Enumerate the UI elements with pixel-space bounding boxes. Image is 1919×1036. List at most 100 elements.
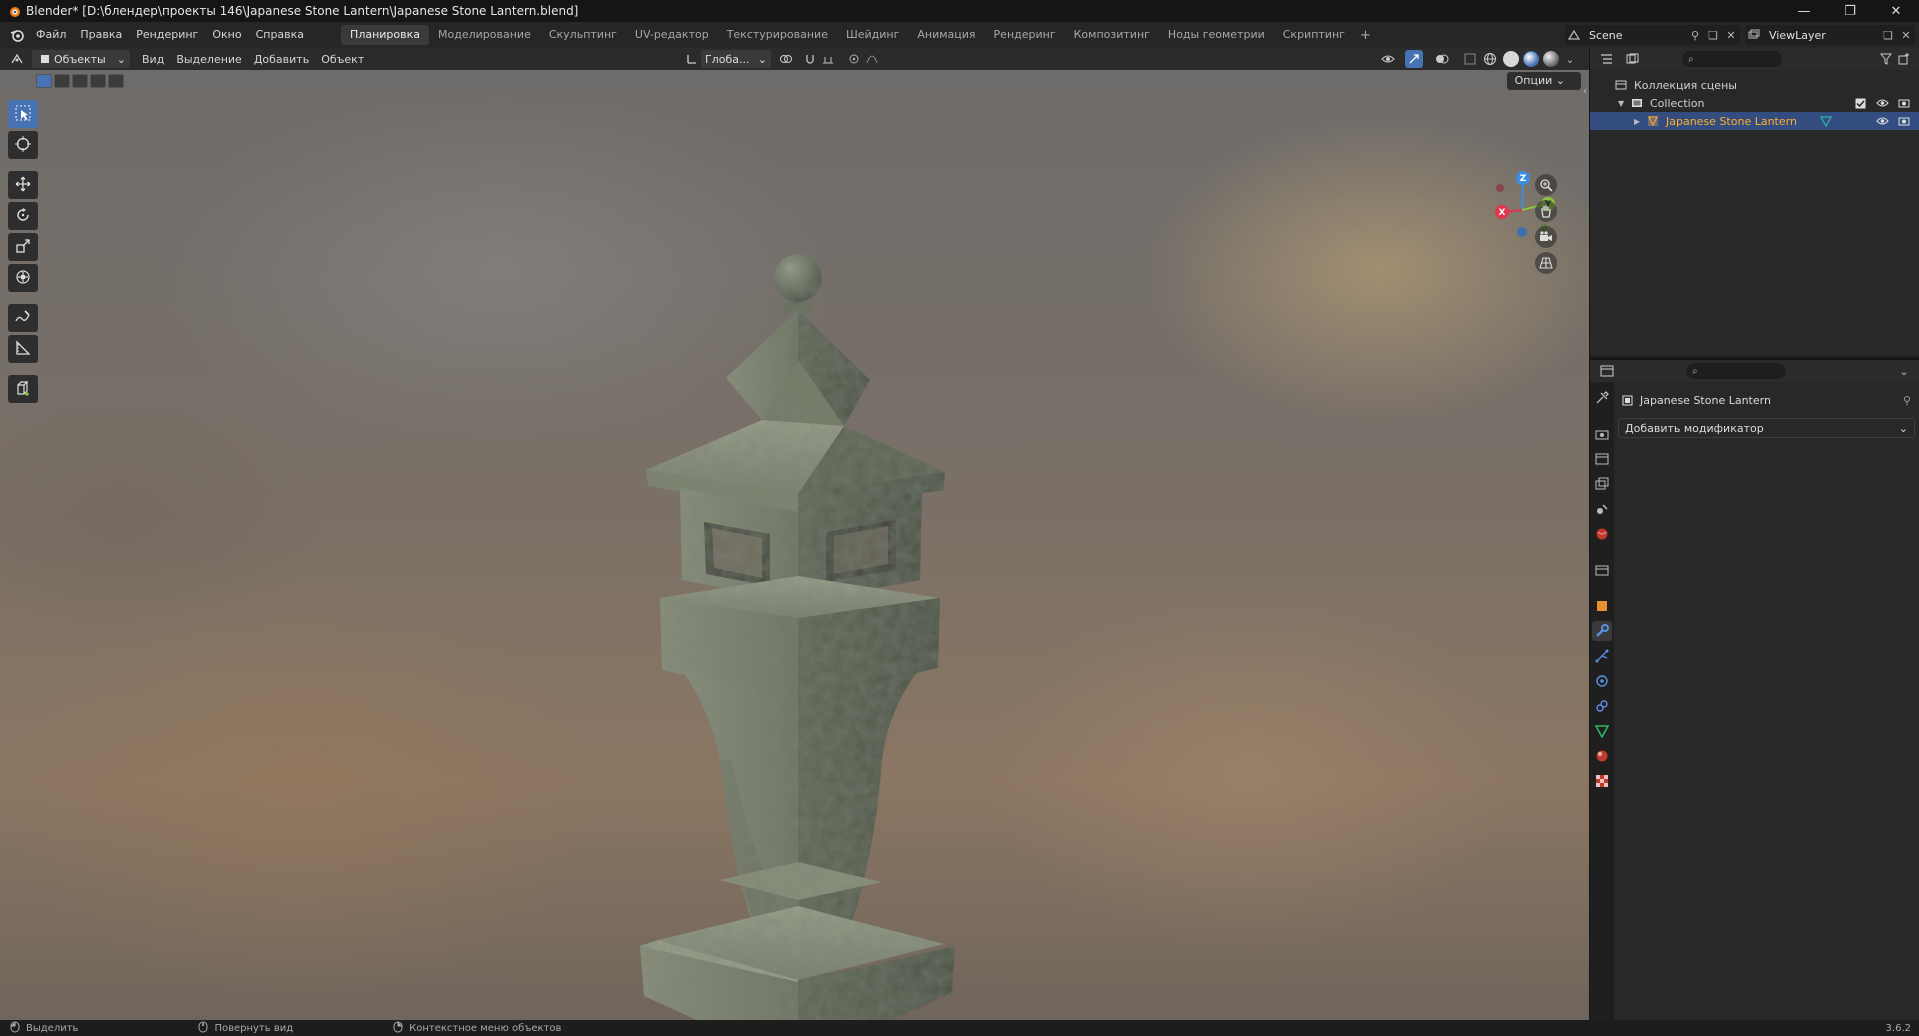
view-layer-tab-icon[interactable]	[1592, 474, 1612, 494]
zoom-icon[interactable]	[1535, 174, 1557, 196]
eye-icon[interactable]	[1873, 112, 1891, 130]
tab-shading[interactable]: Шейдинг	[837, 25, 908, 45]
select-extend-icon[interactable]	[54, 74, 70, 88]
constraints-tab-icon[interactable]	[1592, 696, 1612, 716]
proportional-editing-icon[interactable]	[845, 50, 863, 68]
mode-dropdown[interactable]: Объекты ⌄	[32, 50, 130, 68]
new-scene-icon[interactable]: ❏	[1704, 26, 1722, 44]
new-view-layer-icon[interactable]: ❏	[1879, 26, 1897, 44]
xray-icon[interactable]	[1461, 50, 1479, 68]
wrench-icon[interactable]	[1592, 621, 1612, 641]
pin-icon[interactable]: ⚲	[1903, 394, 1911, 407]
delete-view-layer-icon[interactable]: ✕	[1897, 26, 1915, 44]
solid-shading-icon[interactable]	[1503, 51, 1519, 67]
properties-editor-type-icon[interactable]	[1598, 362, 1616, 380]
tab-rendering[interactable]: Рендеринг	[985, 25, 1065, 45]
measure-tool[interactable]	[8, 335, 38, 363]
object-data-tab-icon[interactable]	[1592, 721, 1612, 741]
outliner-editor-type-icon[interactable]	[1598, 50, 1616, 68]
menu-edit[interactable]: Правка	[73, 22, 129, 48]
pin-icon[interactable]: ⚲	[1686, 26, 1704, 44]
particles-tab-icon[interactable]	[1592, 646, 1612, 666]
add-workspace-button[interactable]: +	[1354, 28, 1377, 43]
new-collection-icon[interactable]	[1895, 50, 1913, 68]
cursor-tool[interactable]	[8, 131, 38, 159]
transform-orientation-dropdown[interactable]: Глоба... ⌄	[701, 50, 771, 68]
editor-type-icon[interactable]	[8, 50, 26, 68]
material-preview-shading-icon[interactable]	[1523, 51, 1539, 67]
outliner-search-input[interactable]: ⌕	[1682, 51, 1782, 67]
gizmo-toggle-icon[interactable]	[1405, 50, 1423, 68]
menu-select[interactable]: Выделение	[170, 53, 248, 66]
object-tab-icon[interactable]	[1592, 596, 1612, 616]
texture-tab-icon[interactable]	[1592, 771, 1612, 791]
render-camera-icon[interactable]	[1895, 94, 1913, 112]
shading-options-chevron-icon[interactable]: ⌄	[1561, 50, 1579, 68]
render-camera-icon[interactable]	[1895, 112, 1913, 130]
transform-tool[interactable]	[8, 264, 38, 292]
visibility-icon[interactable]	[1379, 50, 1397, 68]
menu-render[interactable]: Рендеринг	[129, 22, 205, 48]
chevron-down-icon[interactable]: ⌄	[1895, 362, 1913, 380]
add-cube-tool[interactable]	[8, 375, 38, 403]
menu-help[interactable]: Справка	[249, 22, 311, 48]
delete-scene-icon[interactable]: ✕	[1722, 26, 1740, 44]
expand-triangle-icon[interactable]: ▶	[1634, 117, 1644, 126]
close-button[interactable]: ✕	[1873, 0, 1919, 22]
japanese-stone-lantern-model[interactable]	[600, 240, 960, 1020]
tab-scripting[interactable]: Скриптинг	[1274, 25, 1354, 45]
physics-tab-icon[interactable]	[1592, 671, 1612, 691]
menu-file[interactable]: Файл	[29, 22, 73, 48]
scale-tool[interactable]	[8, 233, 38, 261]
tab-sculpting[interactable]: Скульптинг	[540, 25, 626, 45]
select-invert-icon[interactable]	[90, 74, 106, 88]
select-box-tool[interactable]	[8, 100, 38, 128]
menu-window[interactable]: Окно	[205, 22, 248, 48]
eye-icon[interactable]	[1873, 94, 1891, 112]
tab-texture-paint[interactable]: Текстурирование	[718, 25, 837, 45]
tab-geometry-nodes[interactable]: Ноды геометрии	[1159, 25, 1274, 45]
display-mode-icon[interactable]	[1624, 50, 1642, 68]
collapse-triangle-icon[interactable]: ▼	[1618, 99, 1628, 108]
checkbox-icon[interactable]	[1851, 94, 1869, 112]
mesh-data-icon[interactable]	[1817, 112, 1835, 130]
tab-uv-editing[interactable]: UV-редактор	[626, 25, 718, 45]
maximize-button[interactable]: ❐	[1827, 0, 1873, 22]
move-tool[interactable]	[8, 171, 38, 199]
filter-icon[interactable]	[1877, 50, 1895, 68]
menu-object[interactable]: Объект	[315, 53, 370, 66]
tab-compositing[interactable]: Композитинг	[1065, 25, 1159, 45]
rotate-tool[interactable]	[8, 202, 38, 230]
menu-add[interactable]: Добавить	[248, 53, 315, 66]
sidebar-toggle-chevron-icon[interactable]: ‹	[1583, 86, 1587, 97]
scene-collection-row[interactable]: Коллекция сцены	[1590, 76, 1919, 94]
select-intersect-icon[interactable]	[108, 74, 124, 88]
render-tab-icon[interactable]	[1592, 424, 1612, 444]
blender-logo-icon[interactable]	[5, 23, 29, 47]
view-layer-selector[interactable]: ViewLayer ❏ ✕	[1745, 25, 1915, 45]
tab-modeling[interactable]: Моделирование	[429, 25, 540, 45]
falloff-icon[interactable]	[863, 50, 881, 68]
pan-hand-icon[interactable]	[1535, 200, 1557, 222]
pivot-point-icon[interactable]	[777, 50, 795, 68]
outliner-item-japanese-stone-lantern[interactable]: ▶ Japanese Stone Lantern	[1590, 112, 1919, 130]
menu-view[interactable]: Вид	[136, 53, 170, 66]
rendered-shading-icon[interactable]	[1543, 51, 1559, 67]
3d-viewport[interactable]: Опции ⌄ Z X ‹	[0, 70, 1589, 1020]
output-tab-icon[interactable]	[1592, 449, 1612, 469]
scene-tab-icon[interactable]	[1592, 499, 1612, 519]
properties-search-input[interactable]: ⌕	[1686, 363, 1786, 379]
wireframe-shading-icon[interactable]	[1481, 50, 1499, 68]
overlays-icon[interactable]	[1433, 50, 1451, 68]
add-modifier-dropdown[interactable]: Добавить модификатор ⌄	[1618, 418, 1915, 438]
options-dropdown[interactable]: Опции ⌄	[1506, 72, 1581, 90]
snap-icon[interactable]	[801, 50, 819, 68]
snap-target-icon[interactable]	[819, 50, 837, 68]
perspective-toggle-icon[interactable]	[1535, 252, 1557, 274]
camera-view-icon[interactable]	[1535, 226, 1557, 248]
tab-layout[interactable]: Планировка	[341, 25, 430, 45]
select-new-icon[interactable]	[36, 74, 52, 88]
tool-tab-icon[interactable]	[1592, 388, 1612, 408]
tab-animation[interactable]: Анимация	[908, 25, 984, 45]
collection-tab-icon[interactable]	[1592, 560, 1612, 580]
